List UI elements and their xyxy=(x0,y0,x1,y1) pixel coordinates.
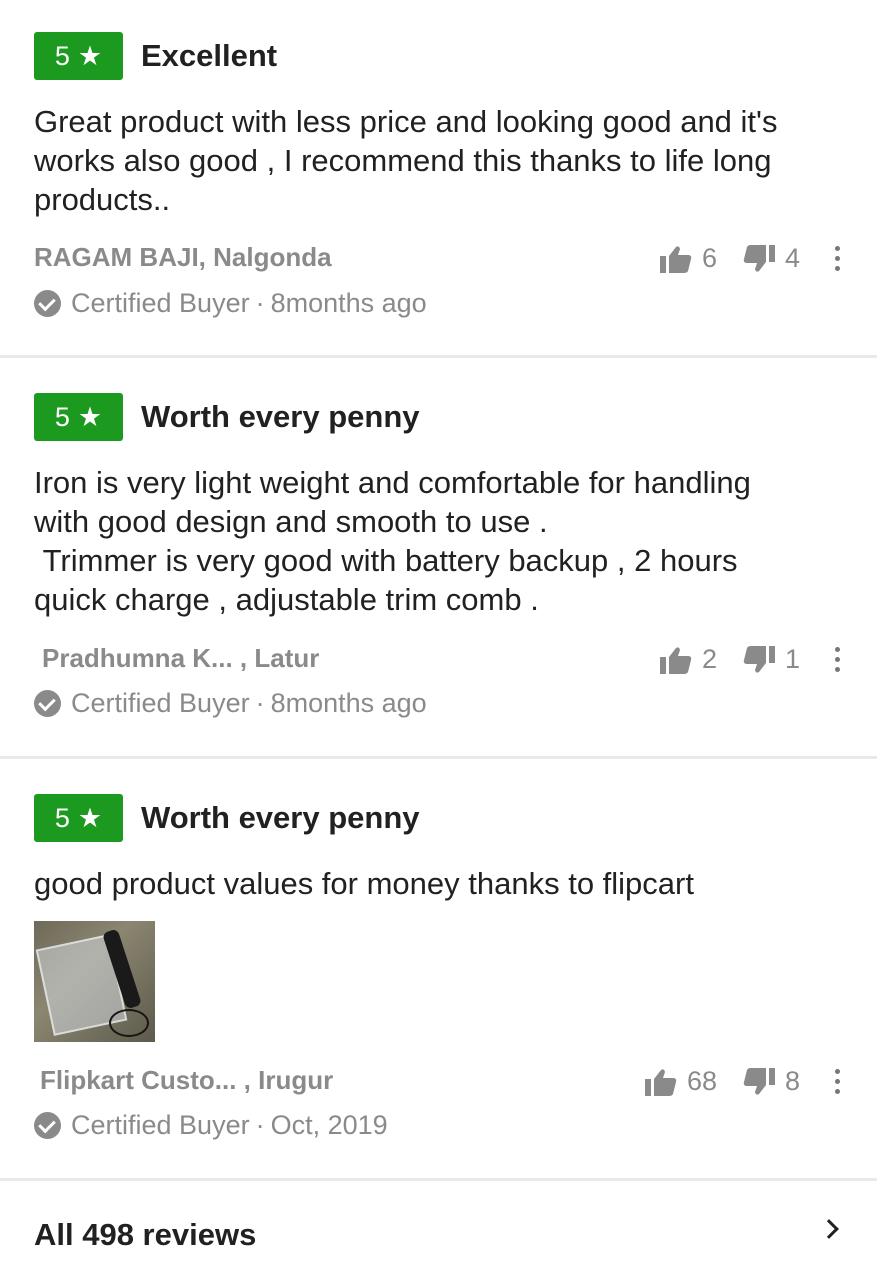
certified-buyer: Certified Buyer · 8months ago xyxy=(34,688,427,719)
review-time: 8months ago xyxy=(270,688,427,718)
review-votes: 6 4 xyxy=(660,243,800,274)
thumbs-down-icon[interactable] xyxy=(743,244,776,273)
review-body: good product values for money thanks to … xyxy=(34,866,694,901)
check-circle-icon xyxy=(34,690,61,717)
review-title: Excellent xyxy=(141,38,278,73)
chevron-right-icon xyxy=(819,1219,839,1239)
like-count: 6 xyxy=(702,243,718,273)
more-vertical-icon[interactable] xyxy=(832,647,842,672)
star-icon: ★ xyxy=(77,401,103,432)
review-time: 8months ago xyxy=(270,288,427,318)
all-reviews-label: All 498 reviews xyxy=(34,1217,257,1252)
star-icon: ★ xyxy=(77,40,103,71)
review-card: 5 ★ Worth every penny good product value… xyxy=(0,759,877,1181)
review-time: Oct, 2019 xyxy=(270,1110,388,1140)
review-body: Iron is very light weight and comfortabl… xyxy=(34,465,751,617)
certified-buyer: Certified Buyer · Oct, 2019 xyxy=(34,1110,388,1141)
dislike-count: 1 xyxy=(785,644,801,674)
thumbs-up-icon[interactable] xyxy=(660,245,692,273)
review-title: Worth every penny xyxy=(141,800,420,835)
review-card: 5 ★ Excellent Great product with less pr… xyxy=(0,0,877,358)
thumbs-up-icon[interactable] xyxy=(645,1068,677,1096)
like-count: 68 xyxy=(687,1066,718,1096)
check-circle-icon xyxy=(34,290,61,317)
all-reviews-link[interactable]: All 498 reviews xyxy=(0,1184,877,1280)
review-body: Great product with less price and lookin… xyxy=(34,104,778,217)
more-vertical-icon[interactable] xyxy=(832,246,842,271)
review-author: Flipkart Custo... , Irugur xyxy=(40,1065,334,1095)
star-icon: ★ xyxy=(77,802,103,833)
rating-badge: 5 ★ xyxy=(34,32,123,80)
dislike-count: 4 xyxy=(785,243,801,273)
thumbs-down-icon[interactable] xyxy=(743,645,776,674)
more-vertical-icon[interactable] xyxy=(832,1069,842,1094)
review-author: RAGAM BAJI, Nalgonda xyxy=(34,242,332,272)
thumbs-down-icon[interactable] xyxy=(743,1067,776,1096)
review-author: Pradhumna K... , Latur xyxy=(42,643,320,673)
check-circle-icon xyxy=(34,1112,61,1139)
rating-badge: 5 ★ xyxy=(34,393,123,441)
certified-buyer: Certified Buyer · 8months ago xyxy=(34,288,427,319)
like-count: 2 xyxy=(702,644,718,674)
review-photo[interactable] xyxy=(34,921,155,1042)
thumbs-up-icon[interactable] xyxy=(660,646,692,674)
review-votes: 68 8 xyxy=(645,1066,800,1097)
review-title: Worth every penny xyxy=(141,399,420,434)
rating-badge: 5 ★ xyxy=(34,794,123,842)
review-votes: 2 1 xyxy=(660,644,800,675)
dislike-count: 8 xyxy=(785,1066,801,1096)
review-card: 5 ★ Worth every penny Iron is very light… xyxy=(0,358,877,759)
